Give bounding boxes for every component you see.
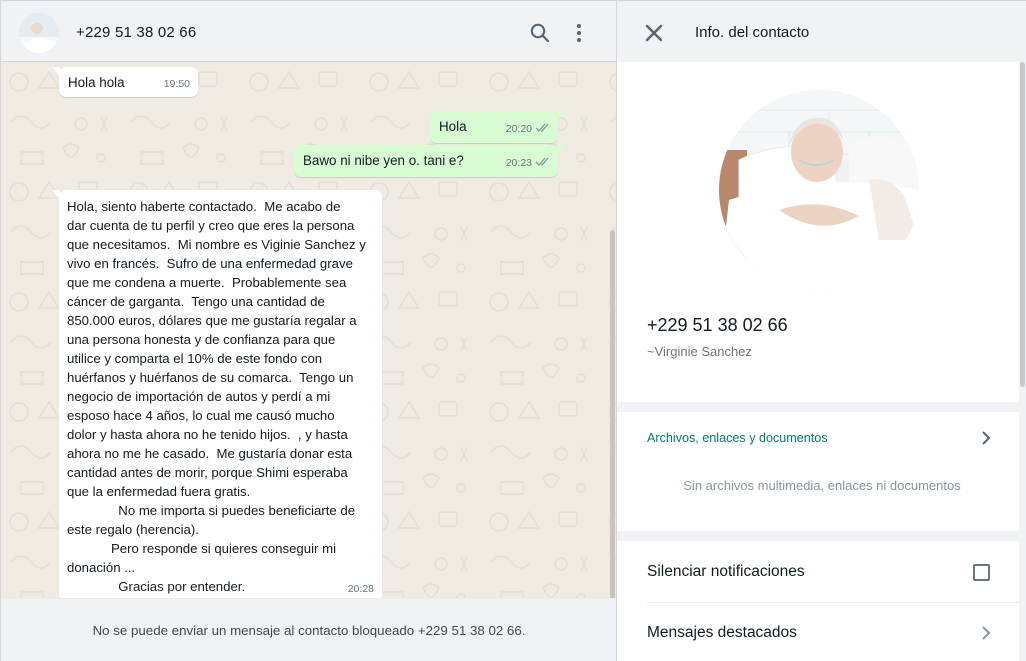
settings-section: Silenciar notificaciones Mensajes destac… [617,541,1019,661]
profile-phone: +229 51 38 02 66 [647,315,788,335]
contact-info-pane: Info. del contacto +229 51 38 02 66 ~Vir… [616,0,1026,661]
chat-pane: +229 51 38 02 66 Hola hola 19:50 Hola 20… [0,0,617,661]
double-check-icon [535,121,550,140]
mute-notifications-checkbox[interactable] [973,564,990,581]
message-list[interactable]: Hola hola 19:50 Hola 20:20 Bawo ni nibe … [1,62,617,598]
bubble-tail [557,111,565,121]
message-bubble-incoming[interactable]: Hola, siento haberte contactado. Me acab… [52,190,382,598]
message-bubble-outgoing[interactable]: Hola 20:20 [430,111,565,143]
chat-scrollbar[interactable] [610,230,615,598]
starred-messages-label[interactable]: Mensajes destacados [647,624,797,642]
menu-dots-icon[interactable] [567,21,591,45]
contact-info-header: Info. del contacto [617,0,1026,62]
contact-avatar[interactable] [19,13,59,53]
message-meta: 20:23 [506,154,550,174]
message-bubble-incoming[interactable]: Hola hola 19:50 [52,67,198,97]
message-time: 20:20 [505,123,532,135]
bubble-tail [52,67,60,77]
profile-photo[interactable] [719,90,919,290]
message-time: 19:50 [163,78,190,90]
chat-title[interactable]: +229 51 38 02 66 [76,24,196,41]
message-time: 20:28 [347,583,374,595]
blocked-contact-notice: No se puede enviar un mensaje al contact… [92,623,526,638]
profile-card: +229 51 38 02 66 ~Virginie Sanchez [617,62,1019,402]
message-text: Bawo ni nibe yen o. tani e? [303,153,464,168]
chat-footer: No se puede enviar un mensaje al contact… [1,598,617,661]
close-icon[interactable] [643,22,665,44]
double-check-icon [535,155,550,174]
chat-header[interactable]: +229 51 38 02 66 [1,0,617,62]
chevron-right-icon[interactable] [977,624,995,642]
info-scrollbar[interactable] [1020,62,1025,387]
profile-name: ~Virginie Sanchez [647,344,752,359]
bubble-tail [52,190,60,200]
message-text: Hola, siento haberte contactado. Me acab… [67,199,366,594]
message-meta: 20:20 [506,120,550,140]
chevron-right-icon[interactable] [977,429,995,447]
media-section: Archivos, enlaces y documentos Sin archi… [617,412,1019,531]
mute-notifications-label[interactable]: Silenciar notificaciones [647,563,805,581]
message-time: 20:23 [505,157,532,169]
bubble-tail [557,145,565,155]
media-empty-text: Sin archivos multimedia, enlaces ni docu… [683,478,961,493]
message-text: Hola [439,119,467,134]
search-icon[interactable] [528,21,552,45]
message-bubble-outgoing[interactable]: Bawo ni nibe yen o. tani e? 20:23 [294,145,565,177]
media-links-docs-link[interactable]: Archivos, enlaces y documentos [647,431,828,445]
message-text: Hola hola [68,75,125,90]
contact-info-title: Info. del contacto [695,24,810,41]
